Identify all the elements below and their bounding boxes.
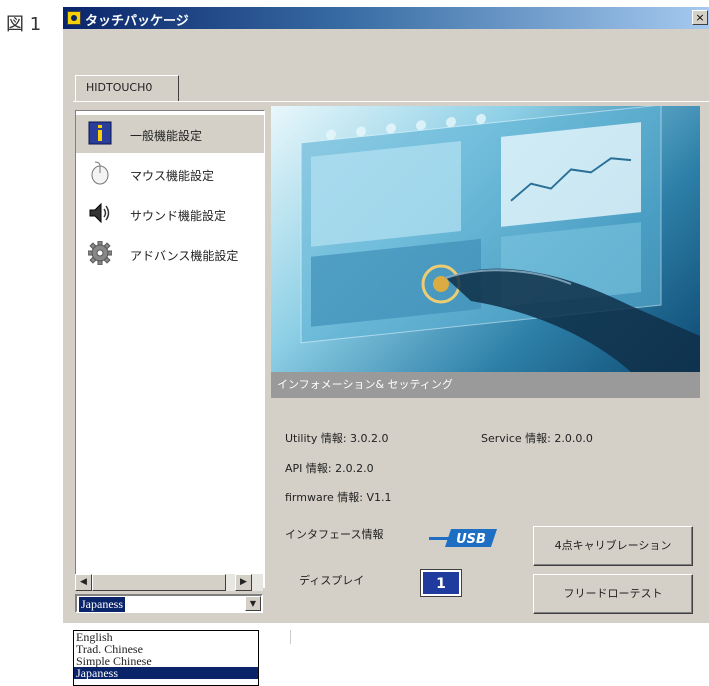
- divider: [290, 630, 291, 644]
- sidebar-item-general[interactable]: 一般機能設定: [76, 115, 264, 153]
- touch-screen-illustration: [300, 106, 700, 372]
- language-option-japaness[interactable]: Japaness: [74, 667, 258, 679]
- sidebar-item-label: 一般機能設定: [130, 129, 203, 143]
- scroll-thumb[interactable]: [92, 574, 226, 591]
- sidebar-item-label: サウンド機能設定: [130, 209, 227, 223]
- calibration-button[interactable]: 4点キャリブレーション: [533, 526, 693, 566]
- utility-info: Utility 情報: 3.0.2.0: [285, 432, 389, 445]
- display-number: 1: [420, 569, 462, 597]
- info-icon: [88, 121, 112, 145]
- language-selected-value: Japaness: [79, 597, 125, 612]
- banner-caption: インフォメーション& セッティング: [271, 372, 700, 398]
- interface-label: インタフェース情報: [285, 528, 384, 541]
- gear-icon: [88, 241, 112, 265]
- sidebar-item-sound[interactable]: サウンド機能設定: [76, 195, 264, 233]
- sidebar-item-advanced[interactable]: アドバンス機能設定: [76, 235, 264, 273]
- sidebar-item-label: マウス機能設定: [130, 169, 215, 183]
- language-select[interactable]: Japaness ▼: [75, 594, 263, 613]
- sidebar: 一般機能設定 マウス機能設定 サウンド機能設定 アドバンス機能設定: [75, 110, 265, 588]
- language-dropdown-list: English Trad. Chinese Simple Chinese Jap…: [73, 630, 259, 686]
- scroll-right-button[interactable]: ▶: [235, 574, 252, 591]
- banner-image: [271, 106, 700, 372]
- scroll-left-button[interactable]: ◀: [75, 574, 92, 591]
- title-bar[interactable]: タッチパッケージ ×: [63, 7, 709, 29]
- usb-logo-text: USB: [456, 532, 486, 547]
- figure-label: 図 1: [6, 14, 42, 35]
- sidebar-scrollbar[interactable]: ◀ ▶: [75, 574, 263, 591]
- tab-hidtouch0[interactable]: HIDTOUCH0: [75, 75, 179, 101]
- sidebar-item-label: アドバンス機能設定: [130, 249, 239, 263]
- app-window: タッチパッケージ × HIDTOUCH0 一般機能設定 マウス機能設定 サウンド…: [62, 6, 709, 623]
- close-button[interactable]: ×: [692, 10, 708, 25]
- sidebar-item-mouse[interactable]: マウス機能設定: [76, 155, 264, 193]
- free-draw-test-button[interactable]: フリードローテスト: [533, 574, 693, 614]
- api-info: API 情報: 2.0.2.0: [285, 462, 374, 475]
- app-icon: [67, 11, 81, 25]
- language-dropdown-button[interactable]: ▼: [245, 596, 261, 611]
- usb-logo-icon: USB: [429, 529, 497, 547]
- speaker-icon: [89, 202, 110, 224]
- firmware-info: firmware 情報: V1.1: [285, 491, 392, 504]
- window-title: タッチパッケージ: [85, 14, 189, 29]
- service-info: Service 情報: 2.0.0.0: [481, 432, 593, 445]
- display-label: ディスプレイ: [299, 574, 365, 587]
- client-area: 一般機能設定 マウス機能設定 サウンド機能設定 アドバンス機能設定 ◀ ▶ Ja…: [73, 101, 709, 622]
- mouse-icon: [91, 161, 109, 185]
